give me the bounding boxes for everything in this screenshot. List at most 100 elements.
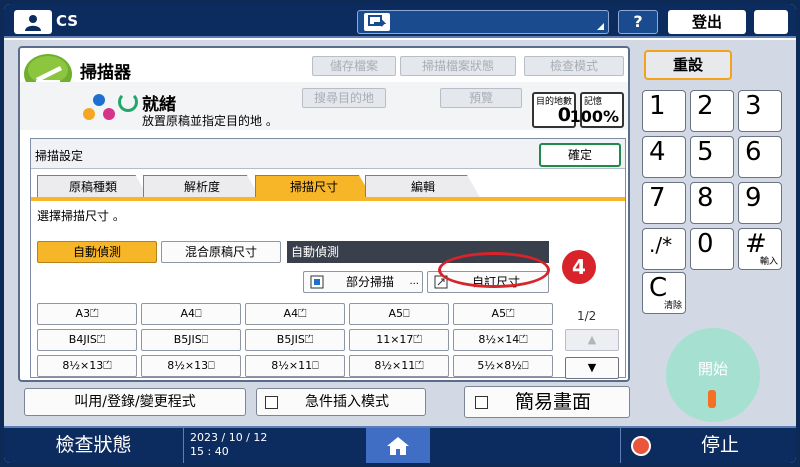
user-button[interactable] (14, 10, 52, 34)
partial-scan-icon (310, 275, 324, 289)
instruction-text: 選擇掃描尺寸 。 (37, 209, 125, 223)
energy-saver-button[interactable] (754, 10, 788, 34)
check-modes-button[interactable]: 檢查模式 (524, 56, 624, 76)
size-cell[interactable]: 8½×11⏍ (349, 355, 449, 377)
status-subtext: 放置原稿並指定目的地 。 (142, 114, 278, 128)
scroll-up-button[interactable]: ▲ (565, 329, 619, 351)
user-icon (25, 15, 41, 31)
key-dot-star[interactable]: ./* (642, 228, 686, 270)
key-1[interactable]: 1 (642, 90, 686, 132)
datetime: 2023 / 10 / 12 15 : 40 (190, 431, 267, 459)
check-status-button[interactable]: 檢查狀態 (4, 428, 184, 463)
home-button[interactable] (366, 428, 430, 463)
key-0[interactable]: 0 (690, 228, 734, 270)
scanner-header: 掃描器 儲存檔案 掃描檔案狀態 檢查模式 就緒 放置原稿並指定目的地 。 搜尋目… (20, 48, 628, 134)
key-label: 5 (697, 137, 714, 167)
moon-icon (766, 15, 773, 29)
callout-step-number: 4 (562, 250, 596, 284)
key-3[interactable]: 3 (738, 90, 782, 132)
app-title: 掃描器 (80, 63, 131, 83)
interrupt-checkbox (265, 396, 278, 409)
key-label: 2 (697, 91, 714, 121)
memory-label: 記憶 (584, 97, 603, 107)
auto-detect-button[interactable]: 自動偵測 (37, 241, 157, 263)
size-cell[interactable]: 5½×8½⎕ (453, 355, 553, 377)
tab-resolution[interactable]: 解析度 (143, 175, 261, 199)
key-label: 7 (649, 183, 666, 213)
key-label: 8 (697, 183, 714, 213)
tab-scan-size[interactable]: 掃描尺寸 (255, 175, 373, 199)
home-icon (387, 436, 409, 455)
user-name: CS (56, 12, 79, 30)
size-cell[interactable]: B4JIS⏍ (37, 329, 137, 351)
stop-icon (631, 436, 651, 456)
mixed-sizes-button[interactable]: 混合原稿尺寸 (161, 241, 281, 263)
size-cell[interactable]: A5⎕ (349, 303, 449, 325)
key-clear[interactable]: C 清除 (642, 272, 686, 314)
key-hash-enter[interactable]: # 輸入 (738, 228, 782, 270)
start-led-indicator (708, 390, 716, 408)
start-button[interactable]: 開始 (666, 328, 760, 422)
settings-title: 掃描設定 (35, 149, 84, 163)
logout-button[interactable]: 登出 (668, 10, 746, 34)
key-8[interactable]: 8 (690, 182, 734, 224)
size-cell[interactable]: 8½×13⏍ (37, 355, 137, 377)
key-label: ./* (649, 233, 673, 257)
key-2[interactable]: 2 (690, 90, 734, 132)
start-label: 開始 (697, 360, 728, 378)
simple-screen-button[interactable]: 簡易畫面 (464, 386, 630, 418)
device-screen: CS ? 登出 掃描器 儲存檔案 掃描檔案狀態 檢查模式 就緒 放置原稿並指定目… (4, 4, 796, 463)
preview-button[interactable]: 預覽 (440, 88, 522, 108)
key-label: 4 (649, 137, 666, 167)
partial-scan-button[interactable]: 部分掃描 ... (303, 271, 423, 293)
size-cell[interactable]: 11×17⏍ (349, 329, 449, 351)
size-cell[interactable]: A4⎕ (141, 303, 241, 325)
tab-edit[interactable]: 編輯 (365, 175, 481, 199)
stop-button[interactable]: 停止 (620, 428, 796, 463)
main-area: 掃描器 儲存檔案 掃描檔案狀態 檢查模式 就緒 放置原稿並指定目的地 。 搜尋目… (4, 40, 796, 426)
job-tray-button[interactable] (357, 10, 609, 34)
time-text: 15 : 40 (190, 445, 229, 458)
key-label: 9 (745, 183, 762, 213)
search-destination-button[interactable]: 搜尋目的地 (302, 88, 386, 108)
program-button[interactable]: 叫用/登錄/變更程式 (24, 388, 246, 416)
top-bar: CS ? 登出 (4, 4, 796, 38)
size-cell[interactable]: B5JIS⏍ (245, 329, 345, 351)
key-9[interactable]: 9 (738, 182, 782, 224)
key-label: 1 (649, 91, 666, 121)
simple-screen-label: 簡易畫面 (515, 391, 592, 413)
interrupt-label: 急件插入模式 (305, 394, 389, 410)
size-cell[interactable]: 8½×14⏍ (453, 329, 553, 351)
store-file-button[interactable]: 儲存檔案 (312, 56, 396, 76)
tab-underline (31, 197, 625, 201)
callout-highlight (438, 252, 550, 288)
ok-button[interactable]: 確定 (539, 143, 621, 167)
scroll-down-button[interactable]: ▼ (565, 357, 619, 379)
key-5[interactable]: 5 (690, 136, 734, 178)
key-label: 0 (697, 229, 714, 259)
size-cell[interactable]: 8½×13⎕ (141, 355, 241, 377)
status-dots-icon (83, 94, 115, 120)
expand-corner-icon (597, 23, 604, 30)
reset-button[interactable]: 重設 (644, 50, 732, 80)
size-cell[interactable]: B5JIS⎕ (141, 329, 241, 351)
status-row: 就緒 放置原稿並指定目的地 。 搜尋目的地 預覽 目的地數 0 記憶 100% (20, 82, 628, 130)
key-label: 3 (745, 91, 762, 121)
page-indicator: 1/2 (577, 309, 597, 323)
scan-file-status-button[interactable]: 掃描檔案狀態 (400, 56, 516, 76)
date-text: 2023 / 10 / 12 (190, 431, 268, 444)
key-sublabel: 清除 (663, 301, 682, 311)
size-cell[interactable]: A4⏍ (245, 303, 345, 325)
size-cell[interactable]: 8½×11⎕ (245, 355, 345, 377)
size-cell[interactable]: A5⏍ (453, 303, 553, 325)
interrupt-mode-button[interactable]: 急件插入模式 (256, 388, 426, 416)
key-4[interactable]: 4 (642, 136, 686, 178)
help-button[interactable]: ? (618, 10, 658, 34)
size-cell[interactable]: A3⏍ (37, 303, 137, 325)
stop-label: 停止 (701, 434, 740, 456)
key-label: 6 (745, 137, 762, 167)
memory-indicator: 記憶 100% (570, 92, 624, 128)
key-7[interactable]: 7 (642, 182, 686, 224)
key-6[interactable]: 6 (738, 136, 782, 178)
tab-original-type[interactable]: 原稿種類 (37, 175, 149, 199)
